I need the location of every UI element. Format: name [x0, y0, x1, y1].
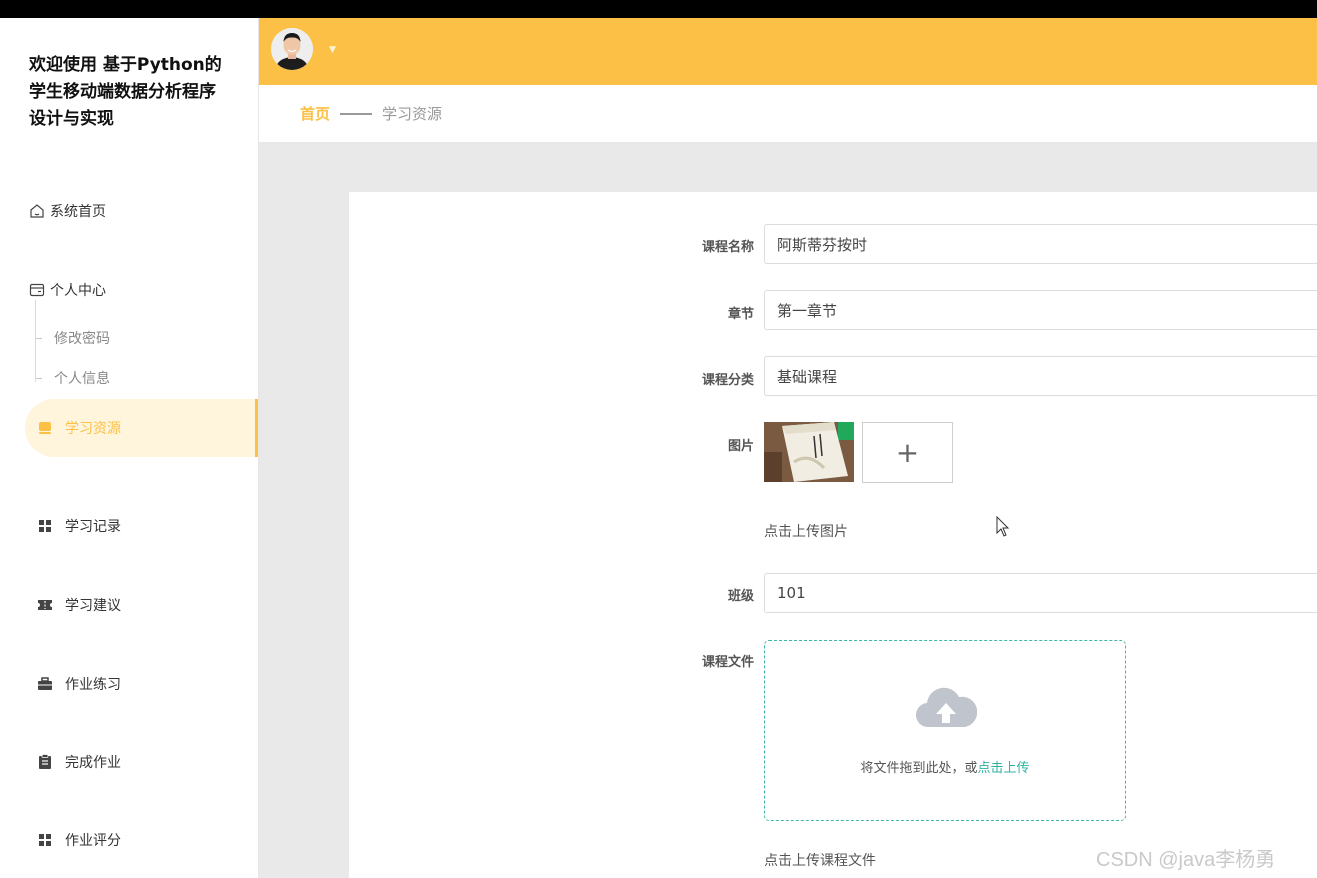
grid-icon — [36, 517, 54, 535]
sidebar-item-learning-records[interactable]: 学习记录 — [36, 506, 258, 546]
sidebar-item-label: 作业评分 — [65, 833, 121, 849]
drop-zone-text: 将文件拖到此处，或点击上传 — [860, 761, 1030, 776]
uploaded-image-thumbnail[interactable] — [764, 422, 854, 482]
avatar[interactable] — [271, 28, 313, 70]
sidebar-subitem-change-password[interactable]: 修改密码 — [36, 323, 110, 353]
tree-dash — [36, 377, 42, 379]
course-file-upload-hint: 点击上传课程文件 — [764, 853, 876, 869]
sidebar-item-homework-practice[interactable]: 作业练习 — [36, 664, 258, 704]
file-drop-zone[interactable]: 将文件拖到此处，或点击上传 — [764, 640, 1126, 821]
sidebar-subitem-personal-info[interactable]: 个人信息 — [36, 363, 110, 393]
watermark: CSDN @java李杨勇 — [1096, 849, 1276, 871]
add-image-button[interactable]: + — [862, 422, 953, 483]
breadcrumb: 首页 学习资源 — [259, 85, 1317, 143]
click-upload-link[interactable]: 点击上传 — [978, 761, 1030, 776]
breadcrumb-current: 学习资源 — [382, 105, 443, 123]
personal-center-submenu: 修改密码 个人信息 — [35, 300, 235, 387]
app-title: 欢迎使用 基于Python的 学生移动端数据分析程序 设计与实现 — [29, 55, 222, 129]
sidebar-item-label: 学习建议 — [65, 598, 121, 614]
tree-dash — [36, 337, 42, 339]
category-input[interactable]: 基础课程 — [764, 356, 1317, 396]
sidebar-item-label: 个人中心 — [50, 283, 106, 299]
category-label: 课程分类 — [701, 373, 754, 388]
clipboard-icon — [36, 753, 54, 771]
sidebar-item-label: 学习记录 — [65, 519, 121, 535]
book-icon — [36, 419, 54, 437]
sidebar-item-homework-grading[interactable]: 作业评分 — [36, 820, 258, 860]
image-upload-hint: 点击上传图片 — [764, 524, 848, 540]
sidebar-item-label: 系统首页 — [50, 204, 106, 220]
home-icon — [28, 202, 46, 220]
class-label: 班级 — [727, 589, 754, 604]
mouse-cursor-icon — [996, 515, 1010, 542]
chapter-input[interactable]: 第一章节 — [764, 290, 1317, 330]
sidebar-item-learning-resources[interactable]: 学习资源 — [36, 408, 258, 448]
sidebar-item-learning-suggestions[interactable]: 学习建议 — [36, 585, 258, 625]
course-file-label: 课程文件 — [701, 655, 754, 670]
class-input[interactable]: 101 — [764, 573, 1317, 613]
sidebar-item-label: 作业练习 — [65, 677, 121, 693]
sidebar-item-complete-homework[interactable]: 完成作业 — [36, 742, 258, 782]
window-top-bar — [0, 0, 1317, 18]
chapter-label: 章节 — [727, 307, 754, 322]
image-label: 图片 — [727, 439, 754, 454]
breadcrumb-home[interactable]: 首页 — [300, 103, 330, 124]
sidebar-item-label: 学习资源 — [65, 421, 121, 437]
cloud-upload-icon — [915, 683, 978, 733]
ticket-icon — [36, 596, 54, 614]
sidebar-item-label: 完成作业 — [65, 755, 121, 771]
sidebar-item-home[interactable]: 系统首页 — [28, 191, 248, 231]
grid-icon — [36, 831, 54, 849]
chevron-down-icon[interactable]: ▼ — [329, 45, 336, 55]
breadcrumb-separator — [340, 112, 373, 115]
course-name-label: 课程名称 — [701, 240, 754, 255]
top-header: ▼ — [259, 18, 1317, 85]
course-name-input[interactable]: 阿斯蒂芬按时 — [764, 224, 1317, 264]
card-icon — [28, 281, 46, 299]
briefcase-icon — [36, 675, 54, 693]
